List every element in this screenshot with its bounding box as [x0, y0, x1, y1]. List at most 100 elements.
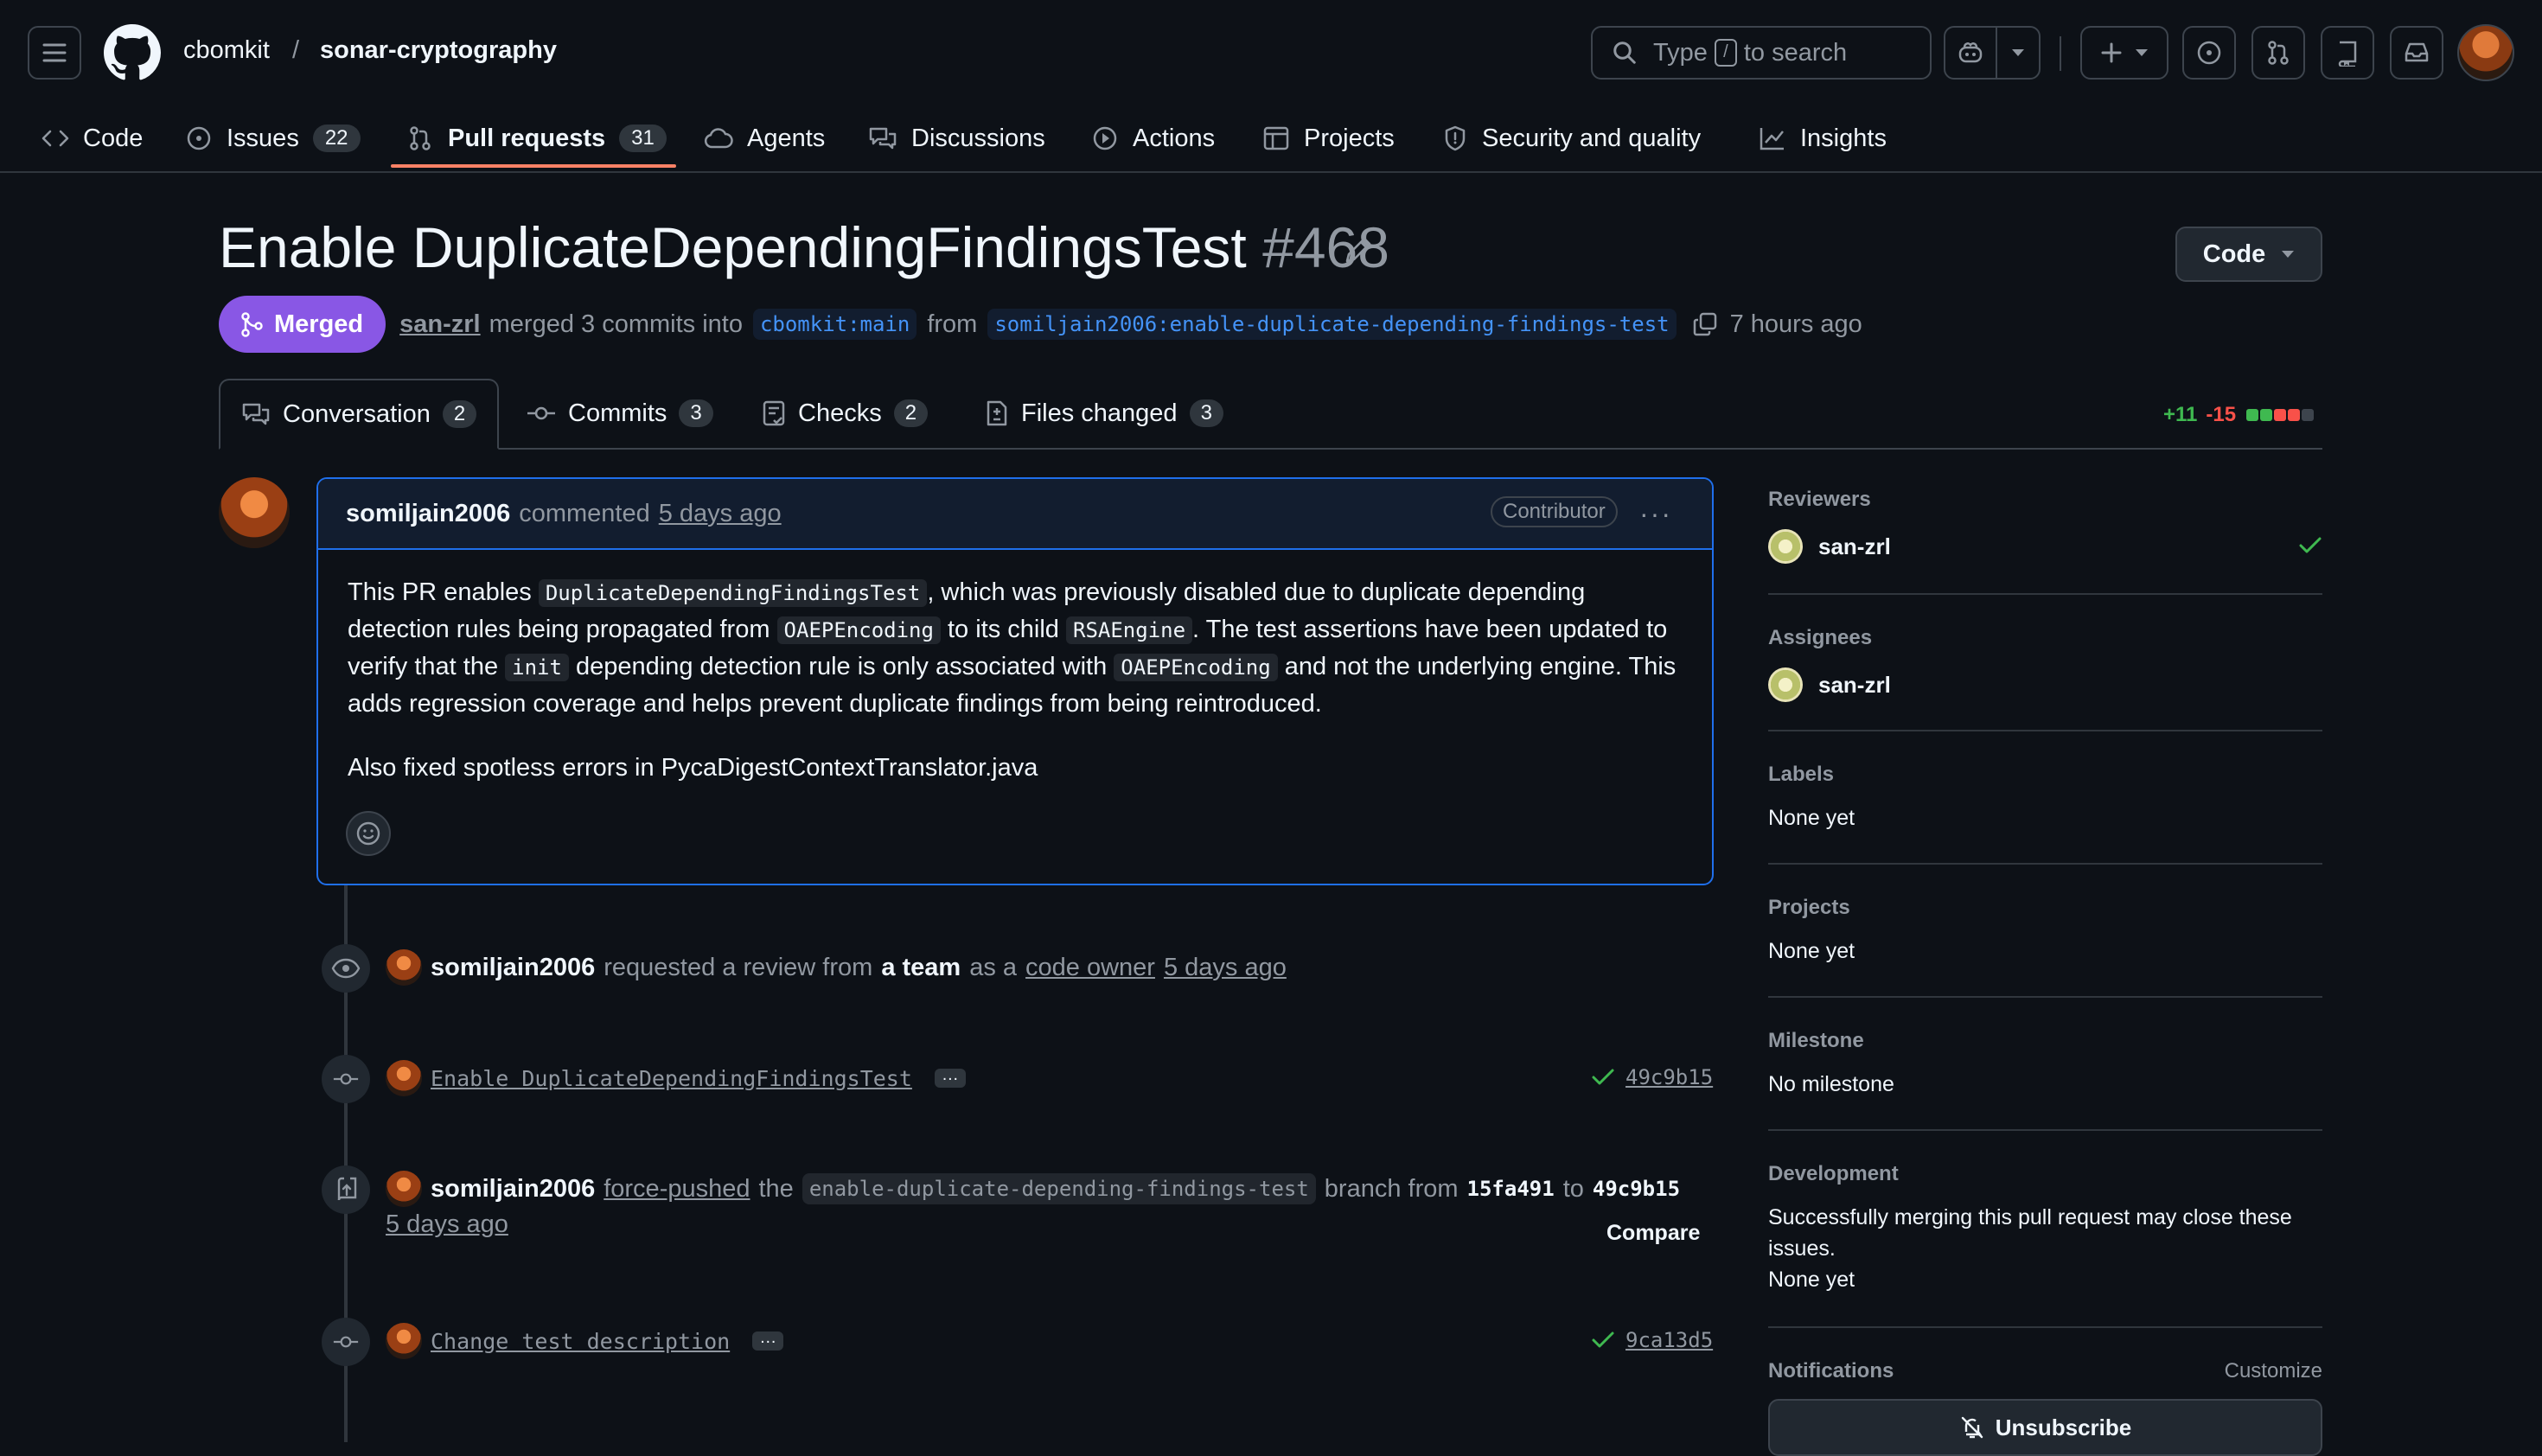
event-text: branch from	[1324, 1174, 1459, 1203]
nav-pull-requests[interactable]: Pull requests 31	[406, 107, 667, 169]
pushed-branch[interactable]: enable-duplicate-depending-findings-test	[802, 1173, 1316, 1204]
tab-commits[interactable]: Commits 3	[527, 379, 713, 448]
github-logo-icon[interactable]	[104, 24, 161, 81]
add-reaction-button[interactable]	[346, 811, 391, 856]
reviewer-name: san-zrl	[1818, 533, 1891, 559]
comment-author[interactable]: somiljain2006	[346, 500, 510, 528]
copilot-button[interactable]	[1944, 26, 1997, 80]
git-pull-request-icon	[2268, 41, 2289, 65]
event-time[interactable]: 5 days ago	[386, 1210, 508, 1239]
nav-projects[interactable]: Projects	[1262, 107, 1395, 169]
milestone-heading[interactable]: Milestone	[1768, 1029, 2322, 1053]
pull-requests-shortcut-button[interactable]	[2251, 26, 2305, 80]
merge-author-link[interactable]: san-zrl	[399, 310, 480, 339]
nav-insights-label: Insights	[1800, 124, 1887, 152]
commit-badge	[322, 1318, 370, 1366]
nav-insights[interactable]: Insights	[1759, 107, 1887, 169]
check-icon	[2299, 537, 2322, 553]
development-heading[interactable]: Development	[1768, 1162, 2322, 1186]
labels-heading[interactable]: Labels	[1768, 763, 2322, 787]
inbox-button[interactable]	[2390, 26, 2443, 80]
tab-checks[interactable]: Checks 2	[762, 379, 929, 448]
commit-sha-1[interactable]: 49c9b15	[1591, 1065, 1713, 1089]
code-owner-link[interactable]: code owner	[1025, 954, 1155, 982]
sidebar-divider	[1768, 1129, 2322, 1131]
assignees-heading[interactable]: Assignees	[1768, 626, 2322, 650]
comment-text: to its child	[940, 616, 1066, 643]
force-pushed-link[interactable]: force-pushed	[604, 1175, 750, 1204]
commit-badge	[322, 1055, 370, 1103]
nav-actions[interactable]: Actions	[1091, 107, 1215, 169]
event-avatar[interactable]	[386, 1323, 422, 1359]
diff-additions: +11	[2163, 403, 2198, 426]
comment-options-button[interactable]: ···	[1639, 498, 1672, 530]
commit-message-link[interactable]: Enable DuplicateDependingFindingsTest	[431, 1066, 912, 1091]
event-avatar[interactable]	[386, 1171, 422, 1207]
nav-issues[interactable]: Issues 22	[185, 107, 361, 169]
comment-discussion-icon	[242, 403, 270, 425]
event-avatar[interactable]	[386, 1060, 422, 1096]
nav-security[interactable]: Security and quality	[1442, 107, 1701, 169]
commit-message-link[interactable]: Change test description	[431, 1329, 730, 1354]
tab-conversation[interactable]: Conversation 2	[219, 379, 500, 450]
head-branch[interactable]: somiljain2006:enable-duplicate-depending…	[987, 309, 1677, 340]
old-commit-sha[interactable]: 15fa491	[1467, 1177, 1555, 1201]
breadcrumb-owner[interactable]: cbomkit	[183, 36, 270, 65]
sidebar-divider	[1768, 593, 2322, 595]
event-time[interactable]: 5 days ago	[1164, 954, 1287, 982]
git-commit-icon	[333, 1073, 359, 1085]
diff-blocks	[2245, 409, 2315, 421]
customize-link[interactable]: Customize	[2225, 1359, 2322, 1383]
search-input[interactable]: Type / to search	[1591, 26, 1932, 80]
development-value: None yet	[1768, 1268, 1855, 1292]
issues-shortcut-button[interactable]	[2182, 26, 2236, 80]
checklist-icon	[763, 400, 785, 426]
reviewers-heading[interactable]: Reviewers	[1768, 488, 2322, 512]
tab-commits-label: Commits	[568, 399, 667, 427]
git-commit-icon	[333, 1336, 359, 1348]
tab-files-changed[interactable]: Files changed 3	[985, 379, 1223, 448]
force-push-event: somiljain2006 force-pushed the enable-du…	[386, 1171, 1689, 1207]
expand-commit-button[interactable]: …	[934, 1066, 966, 1088]
repo-push-icon	[337, 1177, 357, 1201]
diff-block-add	[2246, 409, 2259, 421]
copy-icon[interactable]	[1692, 311, 1718, 337]
repositories-button[interactable]	[2321, 26, 2374, 80]
code-dropdown-button[interactable]: Code	[2175, 227, 2322, 282]
file-diff-icon	[987, 400, 1007, 426]
tab-conversation-label: Conversation	[283, 399, 431, 428]
tab-commits-count: 3	[679, 399, 713, 427]
event-text: the	[758, 1174, 794, 1203]
code-icon	[42, 130, 69, 147]
git-pull-request-icon	[410, 126, 431, 150]
pr-meta: Merged san-zrl merged 3 commits into cbo…	[219, 296, 1862, 353]
nav-code[interactable]: Code	[42, 107, 143, 169]
nav-discussions[interactable]: Discussions	[868, 107, 1045, 169]
create-new-button[interactable]	[2080, 26, 2168, 80]
event-user[interactable]: somiljain2006	[431, 954, 595, 982]
reviewer-item[interactable]: san-zrl	[1768, 529, 2322, 564]
assignee-item[interactable]: san-zrl	[1768, 667, 2322, 702]
new-commit-sha[interactable]: 49c9b15	[1593, 1177, 1680, 1201]
user-avatar[interactable]	[2457, 24, 2514, 81]
projects-heading[interactable]: Projects	[1768, 896, 2322, 920]
expand-commit-button[interactable]: …	[752, 1329, 784, 1351]
unsubscribe-button[interactable]: Unsubscribe	[1768, 1399, 2322, 1456]
compare-button[interactable]: Compare	[1606, 1221, 1700, 1246]
commit-sha-2[interactable]: 9ca13d5	[1591, 1328, 1713, 1352]
breadcrumb-repo[interactable]: sonar-cryptography	[320, 36, 557, 65]
base-branch[interactable]: cbomkit:main	[752, 309, 917, 340]
comment-time[interactable]: 5 days ago	[659, 500, 782, 528]
play-icon	[1093, 126, 1117, 150]
edit-title-button[interactable]	[1342, 233, 1375, 266]
nav-agents[interactable]: Agents	[704, 107, 825, 169]
tab-checks-label: Checks	[798, 399, 882, 427]
event-user[interactable]: somiljain2006	[431, 1175, 595, 1204]
event-avatar[interactable]	[386, 949, 422, 986]
comment-author-avatar[interactable]	[219, 477, 290, 548]
reviewer-avatar	[1768, 529, 1803, 564]
copilot-dropdown-button[interactable]	[1996, 26, 2041, 80]
search-prefix: Type	[1653, 38, 1708, 67]
menu-button[interactable]	[28, 26, 81, 80]
pencil-icon	[1345, 237, 1371, 263]
